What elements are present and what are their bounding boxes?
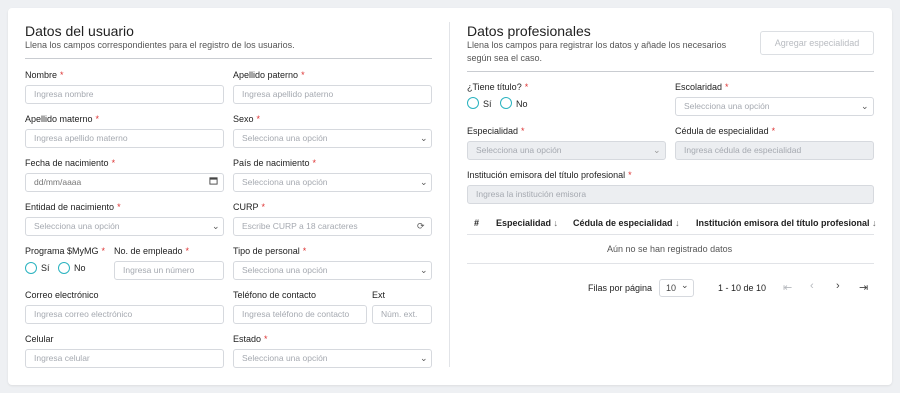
chevron-left-icon[interactable]: ‹	[810, 280, 814, 292]
apellido-materno-label: Apellido materno *	[25, 114, 100, 124]
celular-label: Celular	[25, 334, 54, 344]
table-empty-message: Aún no se han registrado datos	[607, 244, 733, 254]
estado-label: Estado *	[233, 334, 268, 344]
institucion-label: Institución emisora del título profesion…	[467, 170, 632, 180]
usuario-subtitle: Llena los campos correspondientes para e…	[25, 40, 295, 50]
col-header-institucion[interactable]: Institución emisora del título profesion…	[696, 218, 877, 228]
calendar-icon[interactable]	[209, 174, 218, 191]
institucion-input[interactable]: Ingresa la institución emisora	[467, 185, 874, 204]
profesional-subtitle-line2: según sea el caso.	[467, 53, 543, 63]
chevron-down-icon: ⌄	[861, 101, 869, 111]
col-header-index: #	[474, 218, 480, 228]
programa-label: Programa $MyMG *	[25, 246, 106, 256]
column-divider	[449, 22, 450, 367]
col-header-cedula[interactable]: Cédula de especialidad ↓	[573, 218, 680, 228]
rows-per-page-select[interactable]: 10	[659, 279, 694, 297]
curp-label: CURP *	[233, 202, 266, 212]
ext-label: Ext	[372, 290, 386, 300]
pais-label: País de nacimiento *	[233, 158, 317, 168]
pais-select[interactable]: Selecciona una opción	[233, 173, 432, 192]
arrow-down-icon: ↓	[553, 218, 559, 228]
sexo-select[interactable]: Selecciona una opción	[233, 129, 432, 148]
sexo-label: Sexo *	[233, 114, 261, 124]
pagination-range: 1 - 10 de 10	[718, 283, 767, 293]
add-especialidad-button[interactable]: Agregar especialidad	[760, 31, 874, 55]
chevron-down-icon: ⌄	[420, 265, 428, 275]
table-footer-divider	[467, 263, 874, 264]
titulo-label: ¿Tiene título? *	[467, 82, 529, 92]
especialidad-select[interactable]: Selecciona una opción	[467, 141, 666, 160]
apellido-materno-input[interactable]: Ingresa apellido materno	[25, 129, 224, 148]
refresh-icon[interactable]: ⟳	[417, 218, 425, 235]
fecha-input[interactable]: dd/mm/aaaa	[25, 173, 224, 192]
profesional-divider	[467, 71, 874, 72]
telefono-label: Teléfono de contacto	[233, 290, 317, 300]
fecha-label: Fecha de nacimiento *	[25, 158, 116, 168]
especialidad-label: Especialidad *	[467, 126, 525, 136]
profesional-title: Datos profesionales	[467, 23, 591, 39]
col-header-especialidad[interactable]: Especialidad ↓	[496, 218, 558, 228]
escolaridad-select[interactable]: Selecciona una opción	[675, 97, 874, 116]
last-page-icon[interactable]: ⇥	[859, 281, 868, 294]
entidad-label: Entidad de nacimiento *	[25, 202, 121, 212]
telefono-input[interactable]: Ingresa teléfono de contacto	[233, 305, 367, 324]
empleado-label: No. de empleado *	[114, 246, 190, 256]
programa-si-radio[interactable]	[25, 262, 37, 274]
cedula-input[interactable]: Ingresa cédula de especialidad	[675, 141, 874, 160]
usuario-divider	[25, 58, 432, 59]
ext-input[interactable]: Núm. ext.	[372, 305, 432, 324]
chevron-down-icon: ⌄	[681, 280, 689, 290]
chevron-down-icon: ⌄	[420, 133, 428, 143]
correo-input[interactable]: Ingresa correo electrónico	[25, 305, 224, 324]
celular-input[interactable]: Ingresa celular	[25, 349, 224, 368]
tipo-label: Tipo de personal *	[233, 246, 307, 256]
usuario-title: Datos del usuario	[25, 23, 134, 39]
chevron-right-icon[interactable]: ›	[836, 280, 840, 292]
empleado-input[interactable]: Ingresa un número	[114, 261, 224, 280]
profesional-subtitle-line1: Llena los campos para registrar los dato…	[467, 40, 727, 50]
programa-no-radio[interactable]	[58, 262, 70, 274]
apellido-paterno-label: Apellido paterno *	[233, 70, 305, 80]
curp-input[interactable]: Escribe CURP a 18 caracteres	[233, 217, 432, 236]
cedula-label: Cédula de especialidad *	[675, 126, 776, 136]
titulo-si-label: Sí	[483, 99, 492, 109]
tipo-select[interactable]: Selecciona una opción	[233, 261, 432, 280]
titulo-no-radio[interactable]	[500, 97, 512, 109]
chevron-down-icon: ⌄	[420, 353, 428, 363]
programa-si-label: Sí	[41, 263, 50, 273]
programa-no-label: No	[74, 263, 86, 273]
nombre-label: Nombre *	[25, 70, 64, 80]
rows-per-page-label: Filas por página	[588, 283, 653, 293]
first-page-icon[interactable]: ⇤	[783, 281, 792, 294]
estado-select[interactable]: Selecciona una opción	[233, 349, 432, 368]
entidad-select[interactable]: Selecciona una opción	[25, 217, 224, 236]
apellido-paterno-input[interactable]: Ingresa apellido paterno	[233, 85, 432, 104]
titulo-no-label: No	[516, 99, 528, 109]
titulo-si-radio[interactable]	[467, 97, 479, 109]
arrow-down-icon: ↓	[675, 218, 680, 228]
table-header-divider	[467, 234, 874, 235]
nombre-input[interactable]: Ingresa nombre	[25, 85, 224, 104]
arrow-down-icon: ↓	[872, 218, 877, 228]
chevron-down-icon: ⌄	[212, 221, 220, 231]
chevron-down-icon: ⌄	[420, 177, 428, 187]
chevron-down-icon: ⌄	[653, 145, 661, 155]
correo-label: Correo electrónico	[25, 290, 99, 300]
escolaridad-label: Escolaridad *	[675, 82, 729, 92]
